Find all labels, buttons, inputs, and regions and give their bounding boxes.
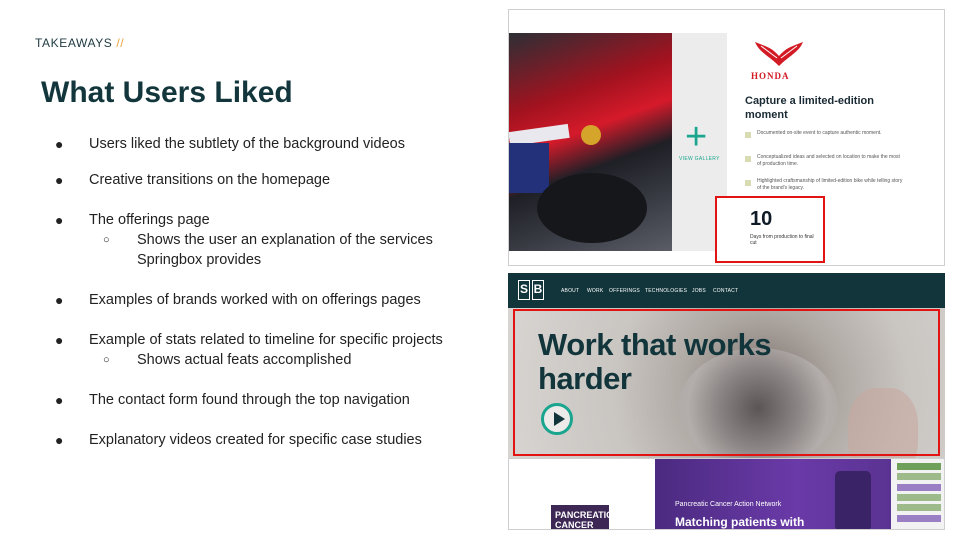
slide-title: What Users Liked [41,76,293,109]
stat-label: Days from production to final cut [750,234,814,246]
pancan-logo: PANCREATIC CANCER [551,505,613,529]
top-navigation: SB ABOUT WORK OFFERINGS TECHNOLOGIES JOB… [508,273,945,308]
springbox-homepage-screenshot: SB ABOUT WORK OFFERINGS TECHNOLOGIES JOB… [508,273,945,458]
nav-offerings: OFFERINGS [609,288,640,294]
pancan-side-panel [891,459,944,529]
sub-bullet-item: ○ Shows the user an explanation of the se… [103,232,433,248]
checklist-text: Highlighted craftsmanship of limited-edi… [757,178,903,191]
bullet-text: Example of stats related to timeline for… [89,332,443,348]
honda-wordmark: HONDA [751,71,790,81]
stat-highlight-box: 10 Days from production to final cut [715,196,825,263]
nav-about: ABOUT [561,288,580,294]
bullet-ring-icon: ○ [103,234,110,246]
logo-letter: B [532,280,544,300]
view-gallery-link: VIEW GALLERY [679,156,720,162]
checkbox-icon [745,132,751,138]
side-button [897,494,941,501]
sub-bullet-item: ○ Shows actual feats accomplished [103,352,351,368]
stat-value: 10 [750,208,773,230]
checklist-item: Documented on-site event to capture auth… [745,130,905,138]
bullet-item: ● The contact form found through the top … [55,392,410,408]
bullet-dot-icon: ● [55,136,64,152]
side-button [897,504,941,511]
honda-wing-logo-icon [755,42,803,66]
plus-icon: + [685,116,708,158]
bullet-text: Examples of brands worked with on offeri… [89,292,421,308]
side-button [897,515,941,522]
checkbox-icon [745,156,751,162]
logo-letter: S [518,280,530,300]
bullet-text: Creative transitions on the homepage [89,172,331,188]
bullet-text: The contact form found through the top n… [89,392,410,408]
bullet-item: ● Creative transitions on the homepage [55,172,330,188]
checklist-item: Conceptualized ideas and selected on loc… [745,154,905,168]
kicker-slash: // [116,36,125,50]
checklist-item: Highlighted craftsmanship of limited-edi… [745,178,905,192]
honda-case-study-screenshot: + VIEW GALLERY HONDA Capture a limited-e… [508,9,945,266]
bullet-text: Users liked the subtlety of the backgrou… [89,136,405,152]
bullet-text: Explanatory videos created for specific … [89,432,422,448]
pancan-title: Matching patients with [675,515,805,529]
motorcycle-image [509,33,672,251]
case-study-heading: Capture a limited-edition moment [745,95,874,121]
nav-technologies: TECHNOLOGIES [645,288,688,294]
bullet-item: ● Users liked the subtlety of the backgro… [55,136,405,152]
checkbox-icon [745,180,751,186]
checklist-text: Documented on-site event to capture auth… [757,130,882,136]
springbox-logo: SB [518,280,546,300]
kicker-text: TAKEAWAYS [35,36,113,50]
sub-bullet-text: Shows actual feats accomplished [137,352,352,368]
pancan-org-label: Pancreatic Cancer Action Network [675,501,782,508]
bullet-dot-icon: ● [55,392,64,408]
bullet-dot-icon: ● [55,172,64,188]
sub-bullet-text: Shows the user an explanation of the ser… [137,232,433,248]
pancan-case-study-screenshot: PANCREATIC CANCER Pancreatic Cancer Acti… [508,458,945,530]
sub-bullet-text: Springbox provides [137,252,262,268]
nav-contact: CONTACT [713,288,739,294]
side-button [897,484,941,491]
bullet-item: ● Explanatory videos created for specific… [55,432,422,448]
side-button [897,473,941,480]
sub-bullet-continuation: Springbox provides [137,252,261,268]
bullet-item: ● Examples of brands worked with on offer… [55,292,421,308]
phone-image [835,471,871,529]
checklist-text: Conceptualized ideas and selected on loc… [757,154,900,167]
bullet-dot-icon: ● [55,292,64,308]
side-button [897,463,941,470]
bullet-text: The offerings page [89,212,210,228]
bullet-dot-icon: ● [55,212,64,228]
bullet-item: ● The offerings page [55,212,210,228]
bullet-dot-icon: ● [55,432,64,448]
nav-jobs: JOBS [692,288,706,294]
bullet-dot-icon: ● [55,332,64,348]
kicker: TAKEAWAYS // [35,36,124,50]
nav-work: WORK [587,288,604,294]
hero-highlight-box [513,309,940,456]
bullet-item: ● Example of stats related to timeline fo… [55,332,443,348]
bullet-ring-icon: ○ [103,354,110,366]
pancan-hero: Pancreatic Cancer Action Network Matchin… [655,459,891,529]
